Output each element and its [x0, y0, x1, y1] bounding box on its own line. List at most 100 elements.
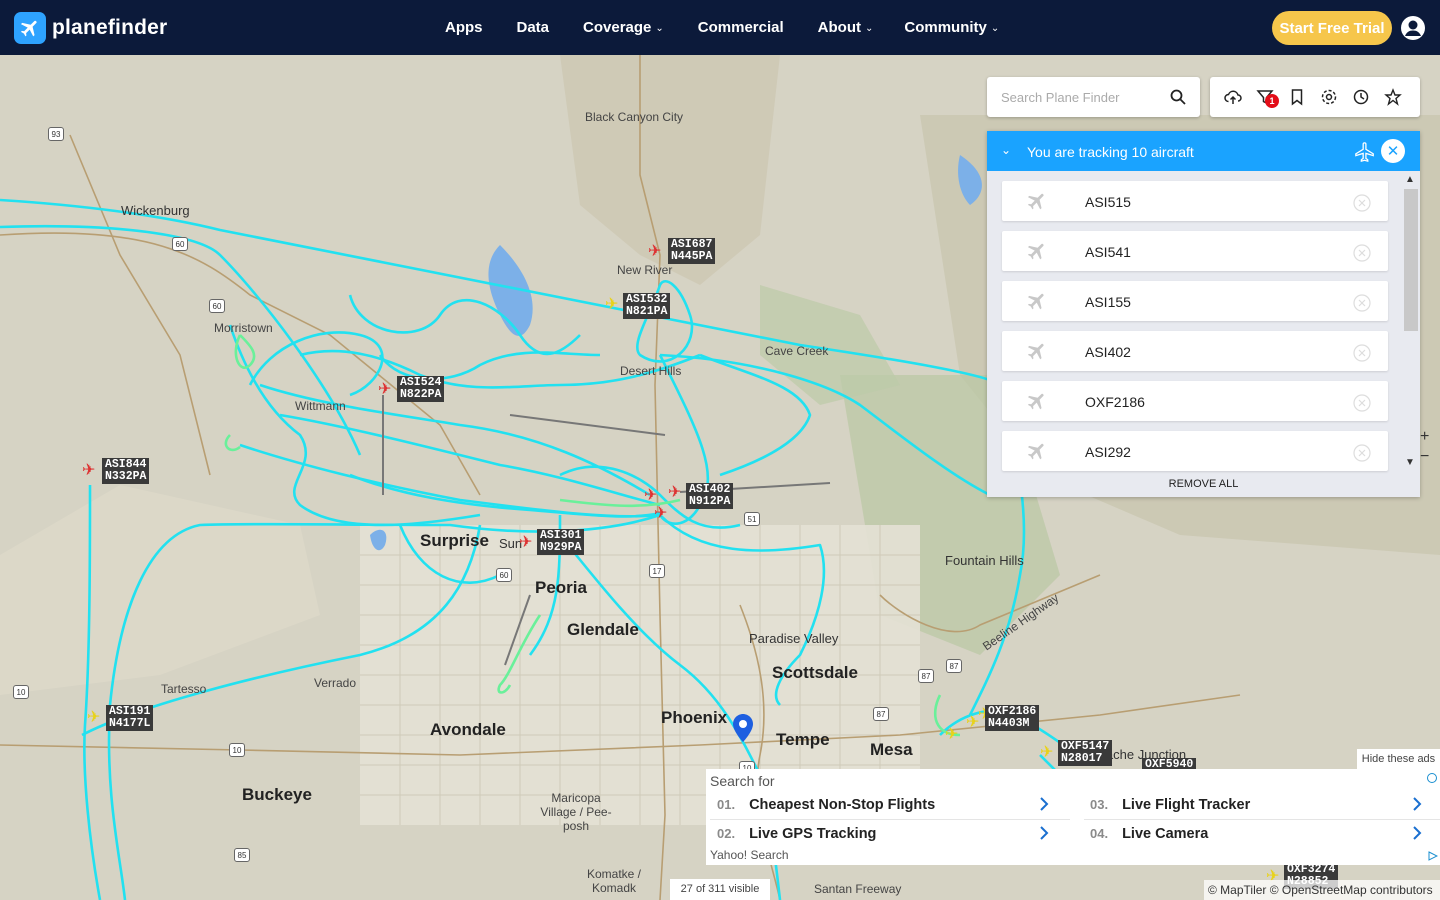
aircraft-icon[interactable]: ✈	[1040, 745, 1053, 761]
tracking-panel-header: ⌄ You are tracking 10 aircraft ✕	[987, 131, 1420, 171]
settings-icon[interactable]	[1320, 88, 1338, 106]
search-input[interactable]	[987, 78, 1157, 116]
tracked-aircraft-id: ASI541	[1085, 244, 1131, 260]
aircraft-label[interactable]: ASI687 N445PA	[668, 238, 716, 264]
zoom-out-button[interactable]: −	[1420, 448, 1429, 466]
aircraft-label[interactable]: ASI191 N4177L	[106, 705, 154, 731]
user-account-icon[interactable]	[1400, 15, 1426, 41]
planefinder-logo-icon	[14, 12, 46, 44]
aircraft-label[interactable]: ASI301 N929PA	[537, 529, 585, 555]
remove-circle-icon[interactable]	[1353, 294, 1371, 312]
place-label: Glendale	[567, 620, 639, 639]
aircraft-icon[interactable]: ✈	[668, 485, 681, 501]
scroll-up-arrow-icon[interactable]: ▲	[1405, 174, 1415, 185]
nav-coverage[interactable]: Coverage ⌄	[583, 19, 664, 36]
aircraft-icon[interactable]: ✈	[644, 488, 657, 504]
aircraft-icon[interactable]: ✈	[519, 535, 532, 551]
search-icon[interactable]	[1170, 89, 1186, 105]
start-free-trial-button[interactable]: Start Free Trial	[1272, 11, 1392, 45]
tracked-aircraft-row[interactable]: OXF2186	[1002, 381, 1388, 421]
chevron-down-icon[interactable]: ⌄	[1001, 143, 1011, 157]
nav-community[interactable]: Community ⌄	[904, 19, 999, 36]
place-label: Morristown	[214, 321, 273, 335]
highway-shield: 87	[918, 669, 934, 683]
place-label: Fountain Hills	[945, 553, 1024, 568]
ad-link[interactable]: 03. Live Flight Tracker	[1090, 797, 1250, 813]
chevron-right-icon[interactable]	[1038, 797, 1050, 811]
place-label: Desert Hills	[620, 364, 682, 378]
aircraft-label[interactable]: ASI524 N822PA	[397, 376, 445, 402]
nav-commercial-label: Commercial	[697, 19, 784, 36]
aircraft-label[interactable]: OXF5147 N28017	[1058, 740, 1113, 766]
map-attribution[interactable]: © MapTiler © OpenStreetMap contributors	[1204, 880, 1440, 900]
tracked-aircraft-row[interactable]: ASI402	[1002, 331, 1388, 371]
zoom-in-button[interactable]: +	[1420, 428, 1429, 446]
remove-circle-icon[interactable]	[1353, 244, 1371, 262]
aircraft-icon[interactable]: ✈	[82, 463, 95, 479]
divider	[1084, 819, 1440, 820]
aircraft-icon[interactable]: ✈	[945, 727, 958, 743]
nav-apps-label: Apps	[445, 19, 483, 36]
location-pin-icon[interactable]	[732, 713, 754, 743]
cloud-upload-icon[interactable]	[1224, 88, 1242, 106]
ad-link[interactable]: 04. Live Camera	[1090, 826, 1208, 842]
ad-choices-icon[interactable]	[1428, 851, 1438, 861]
aircraft-label[interactable]: ASI402 N912PA	[686, 483, 734, 509]
remove-all-button[interactable]: REMOVE ALL	[987, 472, 1420, 497]
place-label: Scottsdale	[772, 663, 858, 682]
brand-name: planefinder	[52, 16, 168, 39]
aircraft-icon[interactable]: ✈	[654, 506, 667, 522]
tracked-aircraft-row[interactable]: ASI155	[1002, 281, 1388, 321]
aircraft-icon[interactable]: ✈	[87, 710, 100, 726]
nav-about[interactable]: About ⌄	[818, 19, 874, 36]
aircraft-label[interactable]: ASI532 N821PA	[623, 293, 671, 319]
divider	[710, 819, 1070, 820]
tracked-aircraft-row[interactable]: ASI515	[1002, 181, 1388, 221]
ad-link[interactable]: 02. Live GPS Tracking	[717, 826, 876, 842]
scrollbar-thumb[interactable]	[1404, 189, 1418, 331]
place-label: Maricopa Village / Pee-posh	[540, 791, 612, 833]
remove-circle-icon[interactable]	[1353, 444, 1371, 462]
place-label: Paradise Valley	[749, 631, 839, 646]
aircraft-icon[interactable]: ✈	[378, 382, 391, 398]
aircraft-icon[interactable]: ✈	[605, 297, 618, 313]
nav-data[interactable]: Data	[517, 19, 550, 36]
chevron-right-icon[interactable]	[1411, 826, 1423, 840]
close-tracking-button[interactable]: ✕	[1381, 139, 1405, 163]
airplane-icon[interactable]	[1354, 141, 1376, 163]
remove-circle-icon[interactable]	[1353, 194, 1371, 212]
aircraft-icon[interactable]: ✈	[648, 244, 661, 260]
ad-info-icon[interactable]	[1427, 773, 1437, 783]
remove-circle-icon[interactable]	[1353, 394, 1371, 412]
search-box	[987, 77, 1200, 117]
chevron-right-icon[interactable]	[1038, 826, 1050, 840]
tracked-aircraft-id: ASI155	[1085, 294, 1131, 310]
aircraft-label[interactable]: ASI844 N332PA	[102, 458, 150, 484]
nav-apps[interactable]: Apps	[445, 19, 483, 36]
history-icon[interactable]	[1352, 88, 1370, 106]
place-label: Mesa	[870, 740, 913, 759]
tracked-aircraft-row[interactable]: ASI292	[1002, 431, 1388, 471]
brand[interactable]: planefinder	[14, 12, 167, 44]
tracked-aircraft-id: ASI292	[1085, 444, 1131, 460]
remove-circle-icon[interactable]	[1353, 344, 1371, 362]
main-nav: Apps Data Coverage ⌄ Commercial About ⌄ Co…	[428, 0, 1016, 55]
place-label: Peoria	[535, 578, 587, 597]
ad-search-for-label: Search for	[710, 773, 775, 789]
tracked-aircraft-id: ASI402	[1085, 344, 1131, 360]
playback-icon[interactable]	[1384, 88, 1402, 106]
ad-link[interactable]: 01. Cheapest Non-Stop Flights	[717, 797, 935, 813]
tracked-aircraft-row[interactable]: ASI541	[1002, 231, 1388, 271]
highway-shield: 60	[209, 299, 225, 313]
nav-commercial[interactable]: Commercial	[698, 19, 784, 36]
chevron-down-icon: ⌄	[655, 23, 664, 34]
hide-ads-button[interactable]: Hide these ads	[1357, 749, 1440, 769]
nav-community-label: Community	[904, 19, 987, 36]
place-label: Cave Creek	[765, 344, 829, 358]
highway-shield: 10	[229, 743, 245, 757]
highway-shield: 17	[649, 564, 665, 578]
bookmark-icon[interactable]	[1288, 88, 1306, 106]
chevron-right-icon[interactable]	[1411, 797, 1423, 811]
aircraft-label[interactable]: OXF2186 N4403M	[985, 705, 1040, 731]
tracking-title: You are tracking 10 aircraft	[1027, 144, 1194, 160]
